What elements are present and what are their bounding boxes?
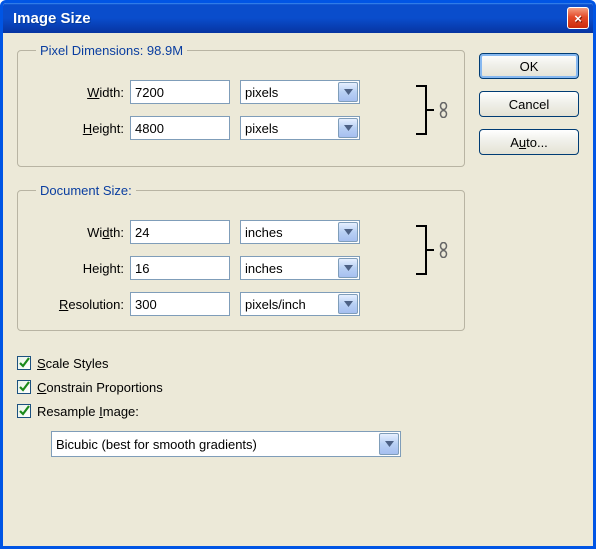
window-title: Image Size: [13, 10, 91, 27]
chain-link-icon[interactable]: [436, 100, 450, 120]
ok-button[interactable]: OK: [479, 53, 579, 79]
constrain-proportions-label: Constrain Proportions: [37, 380, 163, 395]
dialog-body: Pixel Dimensions: 98.9M Width: Height:: [3, 33, 593, 546]
constrain-proportions-checkbox[interactable]: [17, 380, 31, 394]
image-size-dialog: Image Size × Pixel Dimensions: 98.9M Wid…: [0, 0, 596, 549]
options-checkboxes: Scale Styles Constrain Proportions Resam…: [17, 351, 579, 457]
titlebar[interactable]: Image Size ×: [3, 3, 593, 33]
auto-button[interactable]: Auto...: [479, 129, 579, 155]
px-width-unit-combo[interactable]: [240, 80, 360, 104]
px-width-input[interactable]: [130, 80, 230, 104]
resample-method-value: [51, 431, 401, 457]
resolution-label: Resolution:: [32, 297, 124, 312]
px-height-label: Height:: [32, 121, 124, 136]
document-size-group: Document Size: Width: Height:: [17, 183, 465, 331]
cancel-button[interactable]: Cancel: [479, 91, 579, 117]
doc-width-label: Width:: [32, 225, 124, 240]
chevron-down-icon[interactable]: [338, 294, 358, 314]
px-height-input[interactable]: [130, 116, 230, 140]
chevron-down-icon[interactable]: [338, 118, 358, 138]
document-size-legend: Document Size:: [36, 183, 136, 198]
scale-styles-checkbox[interactable]: [17, 356, 31, 370]
doc-height-unit-combo[interactable]: [240, 256, 360, 280]
doc-height-input[interactable]: [130, 256, 230, 280]
pixel-dimensions-legend: Pixel Dimensions: 98.9M: [36, 43, 187, 58]
resolution-unit-combo[interactable]: [240, 292, 360, 316]
doc-height-label: Height:: [32, 261, 124, 276]
chevron-down-icon[interactable]: [338, 82, 358, 102]
chevron-down-icon[interactable]: [338, 258, 358, 278]
scale-styles-row[interactable]: Scale Styles: [17, 351, 579, 375]
close-button[interactable]: ×: [567, 7, 589, 29]
resample-image-label: Resample Image:: [37, 404, 139, 419]
pixel-dimensions-group: Pixel Dimensions: 98.9M Width: Height:: [17, 43, 465, 167]
resample-image-row[interactable]: Resample Image:: [17, 399, 579, 423]
chevron-down-icon[interactable]: [338, 222, 358, 242]
chain-link-icon[interactable]: [436, 240, 450, 260]
resolution-input[interactable]: [130, 292, 230, 316]
resample-method-combo[interactable]: [51, 431, 401, 457]
scale-styles-label: Scale Styles: [37, 356, 109, 371]
constrain-proportions-row[interactable]: Constrain Proportions: [17, 375, 579, 399]
resample-image-checkbox[interactable]: [17, 404, 31, 418]
doc-width-input[interactable]: [130, 220, 230, 244]
constrain-bracket-icon: [412, 220, 436, 280]
close-icon: ×: [574, 11, 582, 26]
px-width-label: Width:: [32, 85, 124, 100]
constrain-bracket-icon: [412, 80, 436, 140]
chevron-down-icon[interactable]: [379, 433, 399, 455]
px-height-unit-combo[interactable]: [240, 116, 360, 140]
doc-width-unit-combo[interactable]: [240, 220, 360, 244]
